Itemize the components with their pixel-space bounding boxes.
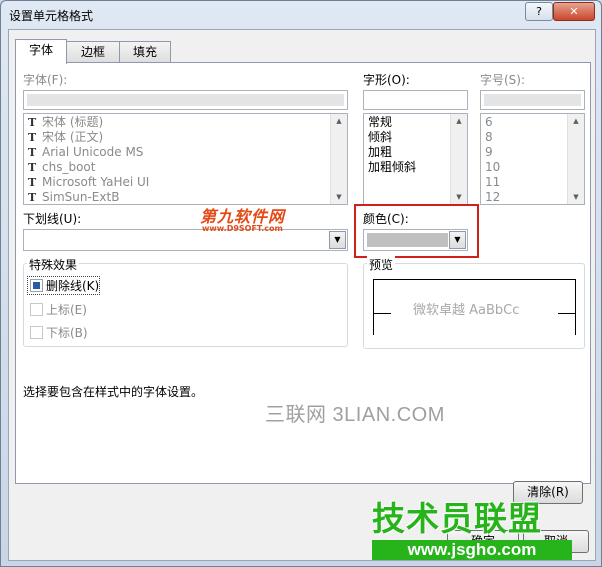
font-style-scrollbar[interactable]: ▲ ▼ bbox=[450, 114, 467, 204]
dialog-client: 字体 边框 填充 字体(F): T 宋体 (标题) T 宋体 (正文) T Arial… bbox=[8, 29, 596, 561]
font-style-label: 字形(O): bbox=[363, 73, 410, 87]
superscript-checkbox[interactable] bbox=[30, 303, 43, 316]
tab-font-label: 字体 bbox=[28, 43, 53, 57]
preview-baseline-right bbox=[558, 313, 576, 314]
tab-border[interactable]: 边框 bbox=[66, 41, 120, 62]
list-item[interactable]: 9 bbox=[485, 145, 493, 160]
chevron-down-icon[interactable]: ▼ bbox=[329, 231, 346, 249]
preview-border-left bbox=[373, 279, 374, 335]
list-item[interactable]: 6 bbox=[485, 115, 493, 130]
effects-group-label: 特殊效果 bbox=[27, 256, 80, 273]
list-item[interactable]: Tchs_boot bbox=[28, 160, 95, 175]
list-item[interactable]: 11 bbox=[485, 175, 500, 190]
scroll-up-arrow-icon[interactable]: ▲ bbox=[331, 114, 347, 128]
scroll-up-arrow-icon[interactable]: ▲ bbox=[568, 114, 584, 128]
tab-fill[interactable]: 填充 bbox=[119, 41, 171, 62]
hint-text: 选择要包含在样式中的字体设置。 bbox=[23, 385, 204, 399]
truetype-font-icon: T bbox=[28, 191, 37, 204]
preview-sample-text: 微软卓越 AaBbCc bbox=[413, 303, 520, 318]
highlight-rectangle bbox=[354, 204, 479, 258]
truetype-font-icon: T bbox=[28, 131, 37, 144]
tab-font[interactable]: 字体 bbox=[15, 39, 67, 64]
d9soft-watermark-url: www.D9SOFT.com bbox=[202, 224, 283, 233]
format-cells-dialog: 设置单元格格式 ? ✕ 字体 边框 填充 字体(F): T 宋体 (标题) T 宋体… bbox=[0, 0, 602, 567]
preview-box: 微软卓越 AaBbCc bbox=[373, 279, 576, 335]
d9soft-watermark: 第九软件网 www.D9SOFT.com bbox=[200, 203, 330, 237]
jsgho-watermark-url: www.jsgho.com bbox=[372, 540, 572, 560]
dialog-title: 设置单元格格式 bbox=[9, 9, 94, 23]
tab-fill-label: 填充 bbox=[132, 45, 157, 59]
preview-baseline-left bbox=[373, 313, 391, 314]
jsgho-watermark-text: 技术员联盟 bbox=[372, 499, 542, 538]
font-list-scrollbar[interactable]: ▲ ▼ bbox=[330, 114, 347, 204]
truetype-font-icon: T bbox=[28, 116, 37, 129]
font-size-label: 字号(S): bbox=[480, 73, 526, 87]
scroll-down-arrow-icon[interactable]: ▼ bbox=[568, 190, 584, 204]
list-item[interactable]: T 宋体 (标题) bbox=[28, 115, 103, 130]
subscript-checkbox[interactable] bbox=[30, 326, 43, 339]
list-item[interactable]: 倾斜 bbox=[368, 130, 392, 145]
strikethrough-checkbox[interactable] bbox=[30, 279, 43, 292]
title-bar: 设置单元格格式 ? ✕ bbox=[1, 1, 601, 27]
font-label: 字体(F): bbox=[23, 73, 68, 87]
preview-group-label: 预览 bbox=[367, 256, 396, 273]
preview-border-top bbox=[373, 279, 576, 280]
font-style-input[interactable] bbox=[363, 90, 468, 110]
help-icon: ? bbox=[536, 5, 542, 18]
list-item[interactable]: T Microsoft YaHei UI bbox=[28, 175, 149, 190]
superscript-label[interactable]: 上标(E) bbox=[46, 301, 87, 318]
scroll-down-arrow-icon[interactable]: ▼ bbox=[331, 190, 347, 204]
font-list[interactable]: T 宋体 (标题) T 宋体 (正文) T Arial Unicode MS Tchs… bbox=[23, 113, 348, 205]
list-item[interactable]: 12 bbox=[485, 190, 500, 204]
truetype-font-icon: T bbox=[28, 161, 37, 174]
list-item[interactable]: T 宋体 (正文) bbox=[28, 130, 103, 145]
font-size-input[interactable] bbox=[480, 90, 585, 110]
list-item[interactable]: 加粗 bbox=[368, 145, 392, 160]
scroll-up-arrow-icon[interactable]: ▲ bbox=[451, 114, 467, 128]
close-button[interactable]: ✕ bbox=[553, 2, 595, 21]
list-item[interactable]: 常规 bbox=[368, 115, 392, 130]
strikethrough-label[interactable]: 删除线(K) bbox=[46, 277, 99, 294]
subscript-label[interactable]: 下标(B) bbox=[46, 324, 88, 341]
sanlian-watermark: 三联网 3LIAN.COM bbox=[265, 404, 445, 426]
list-item[interactable]: 10 bbox=[485, 160, 500, 175]
font-style-list[interactable]: 常规 倾斜 加粗 加粗倾斜 ▲ ▼ bbox=[363, 113, 468, 205]
font-size-scrollbar[interactable]: ▲ ▼ bbox=[567, 114, 584, 204]
tab-border-label: 边框 bbox=[80, 45, 105, 59]
help-button[interactable]: ? bbox=[525, 2, 553, 21]
underline-label: 下划线(U): bbox=[23, 212, 82, 226]
preview-border-right bbox=[575, 279, 576, 335]
list-item[interactable]: 加粗倾斜 bbox=[368, 160, 416, 175]
jsgho-watermark: 技术员联盟 www.jsgho.com bbox=[372, 496, 572, 562]
truetype-font-icon: T bbox=[28, 146, 37, 159]
truetype-font-icon: T bbox=[28, 176, 37, 189]
list-item[interactable]: 8 bbox=[485, 130, 493, 145]
list-item[interactable]: T SimSun-ExtB bbox=[28, 190, 119, 204]
list-item[interactable]: T Arial Unicode MS bbox=[28, 145, 143, 160]
font-size-list[interactable]: 6 8 9 10 11 12 ▲ ▼ bbox=[480, 113, 585, 205]
font-name-input[interactable] bbox=[23, 90, 348, 110]
close-icon: ✕ bbox=[569, 5, 579, 18]
scroll-down-arrow-icon[interactable]: ▼ bbox=[451, 190, 467, 204]
